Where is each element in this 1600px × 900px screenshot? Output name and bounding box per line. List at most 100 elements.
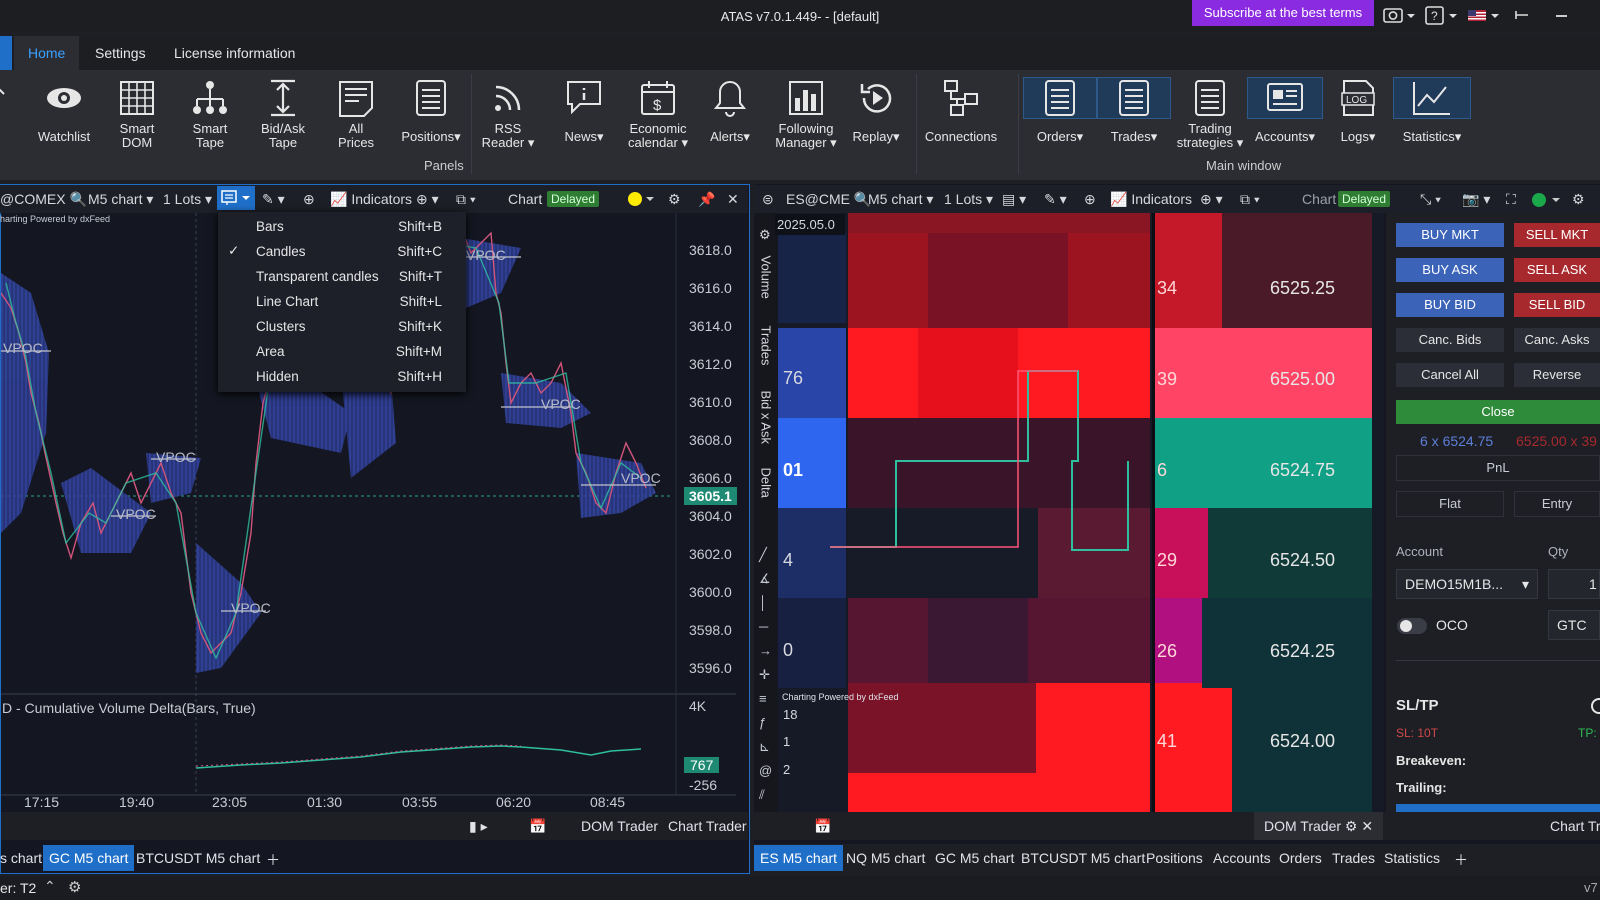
tab-accounts[interactable]: Accounts — [1213, 850, 1271, 866]
tab-home[interactable]: Home — [14, 36, 80, 70]
tab-settings[interactable]: Settings — [81, 36, 160, 70]
drawing-tools[interactable]: ╱ ∡ │ ─ → ✛ ≡ ƒ ⊾ @ ⫽ — [759, 543, 772, 807]
menu-item-clusters[interactable]: Clusters Shift+K — [218, 314, 466, 339]
buy-mkt-button[interactable]: BUY MKT — [1396, 223, 1504, 247]
timeframe-dropdown[interactable]: M5 chart ▾ — [88, 191, 153, 208]
smart-tape-button[interactable]: Smart Tape — [174, 74, 246, 154]
lots-dropdown[interactable]: 1 Lots ▾ — [944, 191, 993, 208]
oco-toggle[interactable] — [1396, 617, 1428, 638]
pnl-button[interactable]: PnL — [1396, 455, 1600, 481]
zoom-icon[interactable]: ⊕ — [1084, 191, 1096, 208]
window-icon[interactable]: ⧉ ▾ — [1240, 191, 1260, 208]
menu-item-area[interactable]: Area Shift+M — [218, 339, 466, 364]
side-label-volume[interactable]: Volume — [759, 256, 774, 306]
settings-icon[interactable]: ⚙ — [759, 227, 771, 243]
submit-bar[interactable] — [1396, 804, 1600, 812]
tif-select[interactable]: GTC — [1548, 610, 1600, 640]
trading-strategies-button[interactable]: Trading strategies ▾ — [1170, 74, 1250, 154]
us-flag-icon[interactable] — [1466, 4, 1500, 26]
symbol[interactable]: ES@CME 🔍 — [786, 191, 871, 208]
symbol[interactable]: @COMEX 🔍 — [0, 191, 87, 208]
tab-license-information[interactable]: License information — [160, 36, 309, 70]
news-button[interactable]: News▾ — [548, 74, 620, 154]
smart-dom-button[interactable]: Smart DOM — [101, 74, 173, 154]
crosshair-icon[interactable]: ⊕ ▾ — [1200, 191, 1223, 208]
timeframe-dropdown[interactable]: M5 chart ▾ — [868, 191, 933, 208]
statistics-button[interactable]: Statistics▾ — [1393, 74, 1471, 154]
cancel-bids-button[interactable]: Canc. Bids — [1396, 328, 1504, 352]
pencil-icon[interactable]: ✎ ▾ — [1044, 191, 1067, 208]
chart-trader-tab[interactable]: Chart Tr — [1550, 818, 1600, 834]
tab-positions[interactable]: Positions — [1146, 850, 1203, 866]
close-button[interactable]: Close — [1396, 400, 1600, 424]
bid-ask-tape-button[interactable]: Bid/Ask Tape — [247, 74, 319, 154]
camera-icon[interactable] — [1382, 4, 1416, 26]
chevron-up-icon[interactable]: ⌃ — [44, 878, 56, 895]
account-select[interactable]: DEMO15M1B... ▾ — [1396, 569, 1538, 599]
zoom-icon[interactable]: ⊕ — [303, 191, 315, 208]
tab-statistics[interactable]: Statistics — [1384, 850, 1440, 866]
tab-orders[interactable]: Orders — [1279, 850, 1322, 866]
tab-gc-m5-chart[interactable]: GC M5 chart — [43, 845, 135, 871]
lots-dropdown[interactable]: 1 Lots ▾ — [163, 191, 212, 208]
tp-label[interactable]: TP: — [1578, 726, 1597, 740]
fullscreen-icon[interactable]: ⛶ — [1506, 191, 1516, 208]
tab-btcusdt-m5-chart[interactable]: BTCUSDT M5 chart — [1021, 850, 1145, 866]
crosshair-icon[interactable]: ⊕ ▾ — [416, 191, 439, 208]
chart-trader-button[interactable]: Chart Trader — [668, 818, 747, 834]
window-icon[interactable]: ⧉ ▾ — [456, 191, 476, 208]
side-label-delta[interactable]: Delta — [759, 468, 774, 518]
tab-es-m5-chart[interactable]: ES M5 chart — [754, 845, 844, 871]
calendar-icon[interactable]: 📅 — [529, 818, 546, 835]
menu-item-hidden[interactable]: Hidden Shift+H — [218, 364, 466, 389]
chart-type-icon[interactable]: ▤ ▾ — [1002, 191, 1026, 208]
camera-icon[interactable]: 📷 ▾ — [1462, 191, 1490, 208]
menu-item-bars[interactable]: Bars Shift+B — [218, 214, 466, 239]
tab-btcusdt-m5-chart[interactable]: BTCUSDT M5 chart — [136, 850, 260, 866]
following-manager-button[interactable]: Following Manager ▾ — [768, 74, 844, 154]
gear-icon[interactable]: ⚙ — [668, 191, 681, 208]
sl-value[interactable]: SL: 10T — [1396, 726, 1438, 740]
add-tab-icon[interactable]: ＋ — [266, 850, 280, 870]
collapse-icon[interactable]: ⤡ ▾ — [1420, 191, 1441, 208]
calendar-icon[interactable]: 📅 — [814, 818, 831, 835]
sell-ask-button[interactable]: SELL ASK — [1514, 258, 1600, 282]
gear-icon[interactable]: ⚙ — [1572, 191, 1585, 208]
chart-type-button[interactable] — [217, 186, 255, 210]
menu-item-transparent-candles[interactable]: Transparent candles Shift+T — [218, 264, 466, 289]
minimize-icon[interactable] — [1552, 4, 1572, 26]
close-icon[interactable]: ✕ — [727, 191, 739, 208]
tab-trades[interactable]: Trades — [1332, 850, 1375, 866]
side-label-trades[interactable]: Trades — [759, 326, 774, 376]
subscribe-button[interactable]: Subscribe at the best terms — [1192, 0, 1374, 26]
qty-input[interactable]: 1 — [1548, 569, 1600, 599]
pin-icon[interactable]: 📌 — [698, 191, 715, 208]
indicators-button[interactable]: 📈 Indicators — [330, 191, 412, 208]
menu-item-candles[interactable]: ✓ Candles Shift+C — [218, 239, 466, 264]
side-label-bid-ask[interactable]: Bid x Ask — [759, 391, 774, 461]
sell-bid-button[interactable]: SELL BID — [1514, 293, 1600, 317]
entry-button[interactable]: Entry — [1514, 491, 1600, 517]
menu-item-line-chart[interactable]: Line Chart Shift+L — [218, 289, 466, 314]
economic-calendar-button[interactable]: $ Economic calendar ▾ — [620, 74, 696, 154]
replay-button[interactable]: Replay▾ — [840, 74, 912, 154]
add-tab-icon[interactable]: ＋ — [1454, 850, 1468, 870]
watchlist-button[interactable]: Watchlist — [28, 74, 100, 154]
status-dot-icon[interactable] — [1532, 193, 1562, 210]
tab-nq-m5-chart[interactable]: NQ M5 chart — [846, 850, 925, 866]
buy-bid-button[interactable]: BUY BID — [1396, 293, 1504, 317]
gear-icon[interactable]: ⚙ — [68, 878, 81, 896]
yellow-dot-icon[interactable] — [628, 192, 654, 209]
pin-window-icon[interactable] — [1512, 4, 1532, 26]
accounts-button[interactable]: Accounts▾ — [1247, 74, 1323, 154]
all-prices-button[interactable]: All Prices — [320, 74, 392, 154]
trades-button[interactable]: Trades▾ — [1097, 74, 1171, 154]
scroll-handle[interactable]: ▮ ▸ — [469, 818, 488, 835]
connections-button[interactable]: Connections — [920, 74, 1002, 154]
cut-off-button[interactable] — [0, 74, 22, 154]
dom-trader-button[interactable]: DOM Trader — [581, 818, 658, 834]
alerts-button[interactable]: Alerts▾ — [694, 74, 766, 154]
orders-button[interactable]: Orders▾ — [1023, 74, 1097, 154]
tab-gc-m5-chart[interactable]: GC M5 chart — [935, 850, 1014, 866]
tab-chart[interactable]: s chart — [0, 850, 42, 866]
